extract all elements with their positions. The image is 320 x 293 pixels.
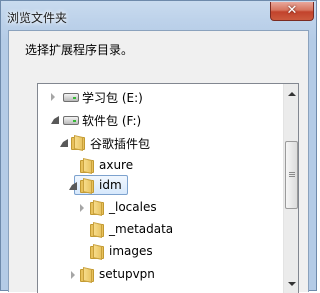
tree-item-folder[interactable]: _metadata <box>38 220 283 240</box>
folder-icon <box>80 178 96 194</box>
tree-item-label: setupvpn <box>99 267 155 281</box>
expand-arrow-icon[interactable] <box>51 93 55 101</box>
folder-icon <box>71 135 87 151</box>
browse-folder-dialog: 浏览文件夹 ✕ 选择扩展程序目录。 学习包 (E:) 软件包 (F:) 谷歌插件… <box>0 0 317 293</box>
tree-item-label: _metadata <box>109 222 174 236</box>
close-button[interactable]: ✕ <box>270 2 314 21</box>
tree-item-label: idm <box>99 178 122 192</box>
close-icon: ✕ <box>286 3 298 18</box>
drive-icon <box>63 116 79 125</box>
folder-icon <box>90 200 106 216</box>
scroll-up-button[interactable] <box>285 86 298 102</box>
folder-icon <box>90 222 106 238</box>
scroll-down-button[interactable] <box>285 276 298 292</box>
dialog-title: 浏览文件夹 <box>7 11 68 25</box>
tree-item-folder-selected[interactable]: idm <box>38 176 283 196</box>
tree-item-folder[interactable]: setupvpn <box>38 265 283 285</box>
tree-item-drive-e[interactable]: 学习包 (E:) <box>38 87 283 107</box>
tree-item-folder[interactable]: axure <box>38 156 283 176</box>
tree-item-folder[interactable]: 谷歌插件包 <box>38 133 283 153</box>
tree-item-folder[interactable]: images <box>38 242 283 262</box>
dialog-body: 选择扩展程序目录。 学习包 (E:) 软件包 (F:) 谷歌插件包 axure … <box>8 30 309 293</box>
folder-icon <box>90 244 106 260</box>
tree-item-label: 软件包 (F:) <box>82 114 142 128</box>
title-bar[interactable]: 浏览文件夹 ✕ <box>1 1 316 31</box>
tree-item-label: 谷歌插件包 <box>90 137 151 151</box>
vertical-scrollbar[interactable] <box>283 84 298 293</box>
tree-item-label: axure <box>99 158 134 172</box>
tree-item-label: images <box>109 244 153 258</box>
dialog-prompt: 选择扩展程序目录。 <box>25 43 134 57</box>
folder-tree[interactable]: 学习包 (E:) 软件包 (F:) 谷歌插件包 axure idm _local… <box>37 83 299 293</box>
tree-item-drive-f[interactable]: 软件包 (F:) <box>38 110 283 130</box>
collapse-arrow-icon[interactable] <box>60 139 68 147</box>
collapse-arrow-icon[interactable] <box>51 116 59 124</box>
tree-item-label: 学习包 (E:) <box>82 91 143 105</box>
folder-icon <box>80 267 96 283</box>
expand-arrow-icon[interactable] <box>80 204 84 212</box>
scroll-thumb[interactable] <box>285 141 298 209</box>
drive-icon <box>63 93 79 102</box>
tree-item-label: _locales <box>109 200 157 214</box>
expand-arrow-icon[interactable] <box>71 271 75 279</box>
tree-item-folder[interactable]: _locales <box>38 198 283 218</box>
collapse-arrow-icon[interactable] <box>69 182 77 190</box>
folder-icon <box>80 158 96 174</box>
